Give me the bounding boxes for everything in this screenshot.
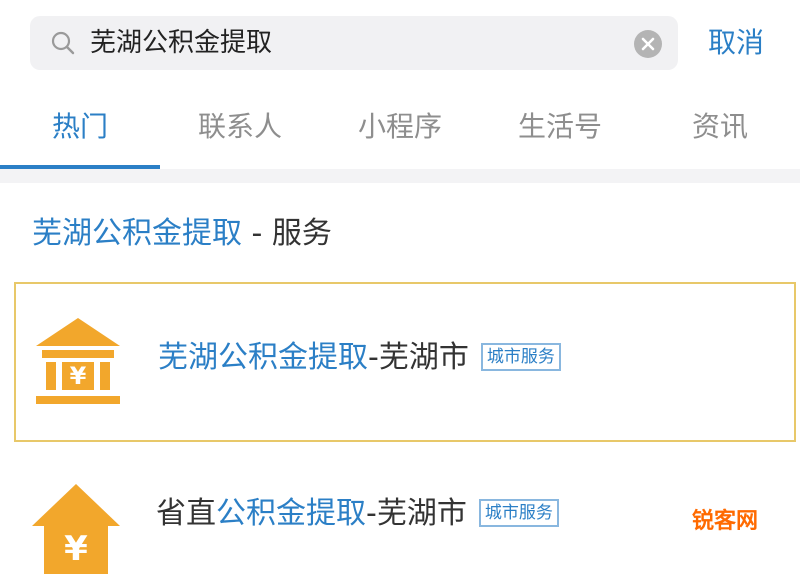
bank-building-icon: ¥ [32, 314, 124, 410]
section-suffix: - 服务 [242, 216, 332, 251]
tab-hot[interactable]: 热门 [0, 84, 160, 170]
clear-icon[interactable] [634, 30, 662, 58]
city-service-badge: 城市服务 [478, 498, 559, 527]
watermark: 锐客网 [691, 509, 758, 534]
search-input[interactable]: 芜湖公积金提取 [90, 16, 272, 70]
tab-contacts[interactable]: 联系人 [160, 84, 320, 170]
section-title: 芜湖公积金提取 - 服务 [32, 210, 332, 258]
tab-news[interactable]: 资讯 [640, 84, 800, 170]
section-divider [0, 169, 800, 183]
svg-text:¥: ¥ [64, 529, 88, 569]
tab-life-accounts[interactable]: 生活号 [480, 84, 640, 170]
result-title: 芜湖公积金提取-芜湖市 城市服务 [158, 338, 561, 378]
search-bar: 芜湖公积金提取 取消 [0, 0, 800, 84]
tab-mini-programs[interactable]: 小程序 [320, 84, 480, 170]
tab-bar: 热门 联系人 小程序 生活号 资讯 [0, 84, 800, 170]
search-box[interactable]: 芜湖公积金提取 [30, 16, 678, 70]
result-item[interactable]: ¥ 芜湖公积金提取-芜湖市 城市服务 [14, 282, 796, 442]
search-icon [50, 30, 76, 56]
result-title: 省直公积金提取-芜湖市 城市服务 [156, 494, 559, 534]
section-keyword: 芜湖公积金提取 [32, 216, 242, 251]
city-service-badge: 城市服务 [480, 342, 561, 371]
house-yuan-icon: ¥ [30, 482, 122, 578]
svg-text:¥: ¥ [70, 362, 87, 390]
cancel-button[interactable]: 取消 [708, 16, 764, 70]
result-item[interactable]: ¥ 省直公积金提取-芜湖市 城市服务 [14, 446, 796, 574]
